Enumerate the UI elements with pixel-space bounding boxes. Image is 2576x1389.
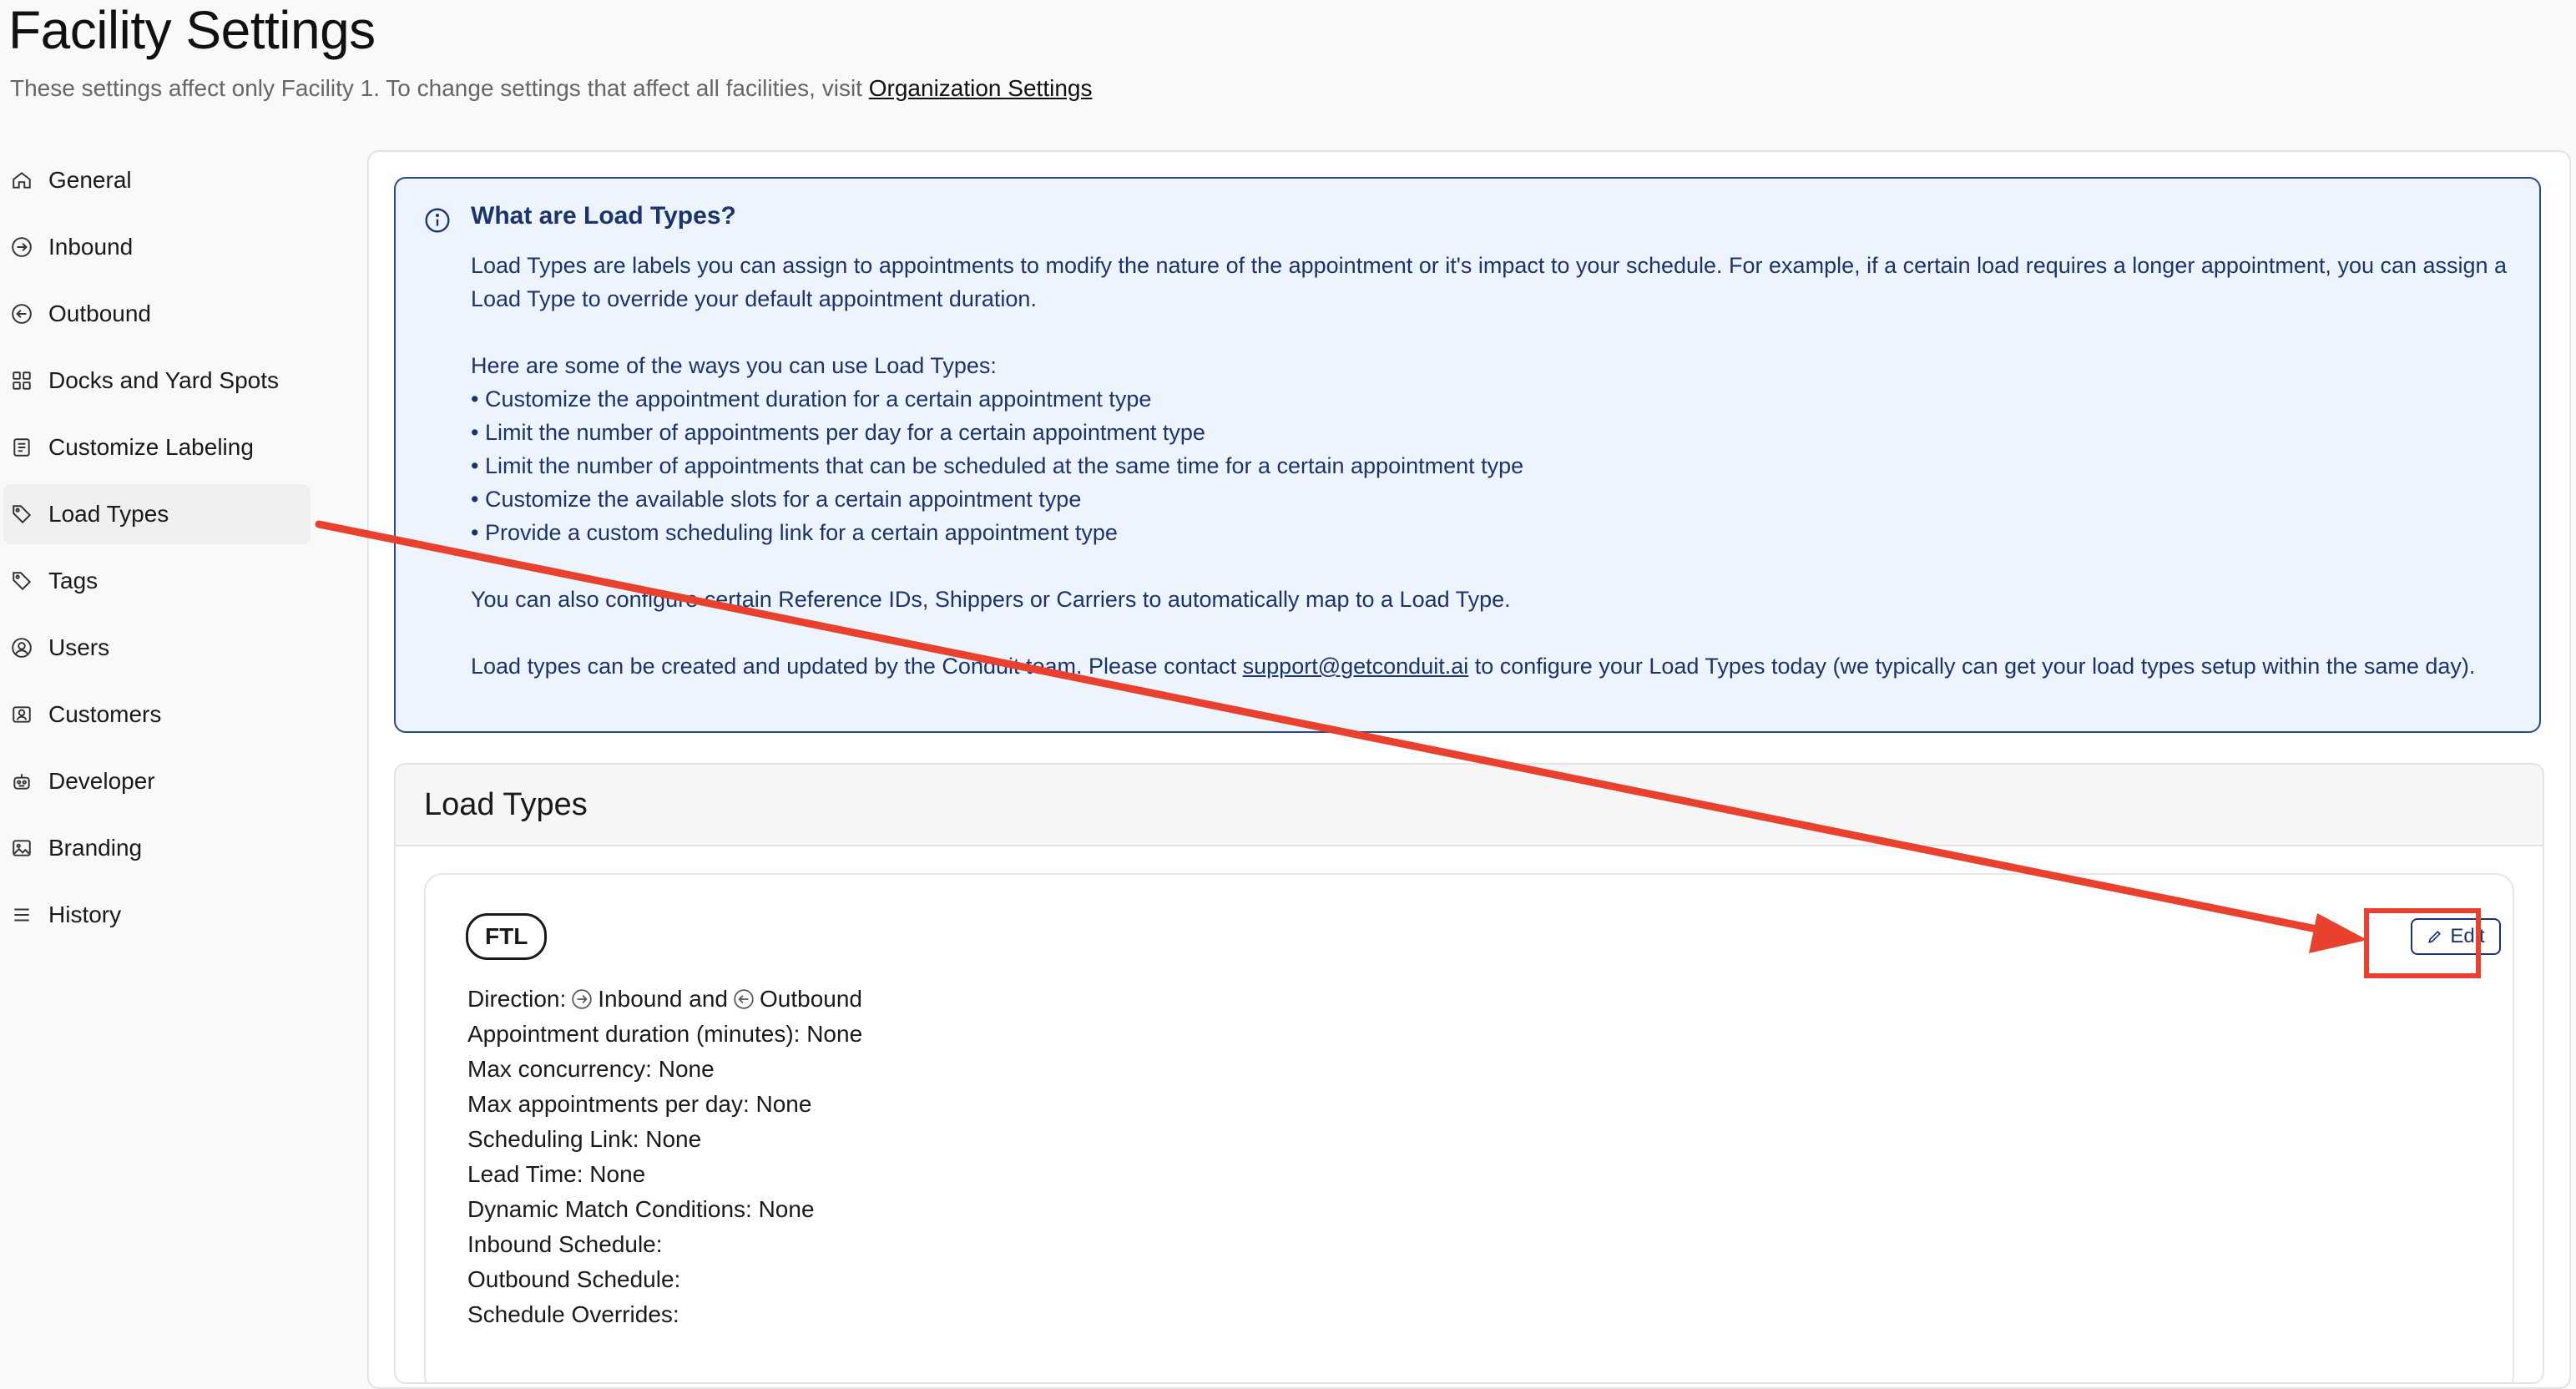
image-icon xyxy=(10,836,33,860)
sidebar-item-label: Branding xyxy=(48,835,143,861)
info-contact-text: Load types can be created and updated by… xyxy=(471,654,1243,679)
user-circle-icon xyxy=(10,636,33,659)
page-subtitle: These settings affect only Facility 1. T… xyxy=(10,75,1092,102)
info-title: What are Load Types? xyxy=(471,202,736,230)
info-paragraph: Load types can be created and updated by… xyxy=(471,649,2508,683)
info-bullet: • Limit the number of appointments that … xyxy=(471,453,1524,478)
support-email-link[interactable]: support@getconduit.ai xyxy=(1243,654,1469,679)
detail-row: Scheduling Link: None xyxy=(467,1126,702,1152)
sidebar-item-label: Load Types xyxy=(48,501,169,527)
sidebar-item-branding[interactable]: Branding xyxy=(3,818,311,878)
home-icon xyxy=(10,169,33,192)
sidebar-item-label: Outbound xyxy=(48,301,151,326)
sidebar-item-load-types[interactable]: Load Types xyxy=(3,484,311,544)
detail-row: Max concurrency: None xyxy=(467,1056,715,1082)
sidebar-item-history[interactable]: History xyxy=(3,885,311,945)
sidebar-item-label: General xyxy=(48,167,132,193)
sidebar-item-label: Developer xyxy=(48,768,155,794)
sidebar-item-label: Customize Labeling xyxy=(48,434,254,460)
detail-row: Max appointments per day: None xyxy=(467,1091,812,1117)
sidebar-item-customize-labeling[interactable]: Customize Labeling xyxy=(3,417,311,477)
info-list-intro: Here are some of the ways you can use Lo… xyxy=(471,353,997,378)
list-icon xyxy=(10,903,33,927)
info-body: Load Types are labels you can assign to … xyxy=(471,249,2508,683)
arrow-right-circle-icon xyxy=(10,235,33,259)
label-list-icon xyxy=(10,436,33,459)
sidebar-item-label: Docks and Yard Spots xyxy=(48,367,280,393)
load-type-card: FTL Edit Direction: Inbound and Outbound A… xyxy=(424,873,2514,1382)
sidebar-item-label: Customers xyxy=(48,701,162,727)
sidebar-item-label: Inbound xyxy=(48,234,134,260)
load-types-section: Load Types FTL Edit Direction: Inbound an… xyxy=(394,763,2544,1384)
info-paragraph: Load Types are labels you can assign to … xyxy=(471,253,2508,311)
sidebar-item-label: Users xyxy=(48,634,110,660)
page-title: Facility Settings xyxy=(8,0,376,60)
direction-outbound: Outbound xyxy=(759,986,862,1012)
robot-icon xyxy=(10,770,33,793)
arrow-left-circle-icon xyxy=(734,989,754,1009)
info-bullet: • Customize the available slots for a ce… xyxy=(471,487,1082,512)
organization-settings-link[interactable]: Organization Settings xyxy=(869,75,1093,101)
load-types-header: Load Types xyxy=(396,765,2543,846)
tag-icon xyxy=(10,569,33,593)
info-bullet: • Provide a custom scheduling link for a… xyxy=(471,520,1118,545)
info-bullet: • Customize the appointment duration for… xyxy=(471,386,1152,412)
sidebar-item-users[interactable]: Users xyxy=(3,618,311,678)
detail-row: Lead Time: None xyxy=(467,1161,646,1187)
detail-row: Dynamic Match Conditions: None xyxy=(467,1196,815,1222)
info-icon xyxy=(424,207,451,234)
direction-label: Direction: xyxy=(467,986,567,1012)
sidebar-item-inbound[interactable]: Inbound xyxy=(3,217,311,277)
info-paragraph: You can also configure certain Reference… xyxy=(471,587,1511,612)
sidebar-item-developer[interactable]: Developer xyxy=(3,751,311,811)
contact-card-icon xyxy=(10,703,33,726)
annotation-highlight-box xyxy=(2364,908,2481,978)
tag-icon xyxy=(10,503,33,526)
load-types-info-box: What are Load Types? Load Types are labe… xyxy=(394,177,2541,733)
subtitle-text: These settings affect only Facility 1. T… xyxy=(10,75,869,101)
load-type-badge: FTL xyxy=(466,913,548,960)
sidebar-item-label: History xyxy=(48,902,122,927)
sidebar-item-customers[interactable]: Customers xyxy=(3,684,311,745)
grid-icon xyxy=(10,369,33,392)
arrow-right-circle-icon xyxy=(572,989,592,1009)
info-contact-text: to configure your Load Types today (we t… xyxy=(1468,654,2476,679)
sidebar-item-tags[interactable]: Tags xyxy=(3,551,311,611)
sidebar-item-label: Tags xyxy=(48,568,98,593)
arrow-left-circle-icon xyxy=(10,302,33,326)
info-bullet: • Limit the number of appointments per d… xyxy=(471,420,1205,445)
detail-row: Appointment duration (minutes): None xyxy=(467,1021,863,1047)
load-type-details: Direction: Inbound and Outbound Appointmen… xyxy=(467,982,862,1332)
detail-row: Outbound Schedule: xyxy=(467,1266,681,1292)
sidebar-item-docks-and-yard-spots[interactable]: Docks and Yard Spots xyxy=(3,351,311,411)
direction-row: Direction: Inbound and Outbound xyxy=(467,982,862,1017)
sidebar-item-outbound[interactable]: Outbound xyxy=(3,284,311,344)
detail-row: Inbound Schedule: xyxy=(467,1231,663,1257)
sidebar-item-general[interactable]: General xyxy=(3,150,311,210)
direction-inbound: Inbound and xyxy=(598,986,728,1012)
detail-row: Schedule Overrides: xyxy=(467,1301,679,1327)
